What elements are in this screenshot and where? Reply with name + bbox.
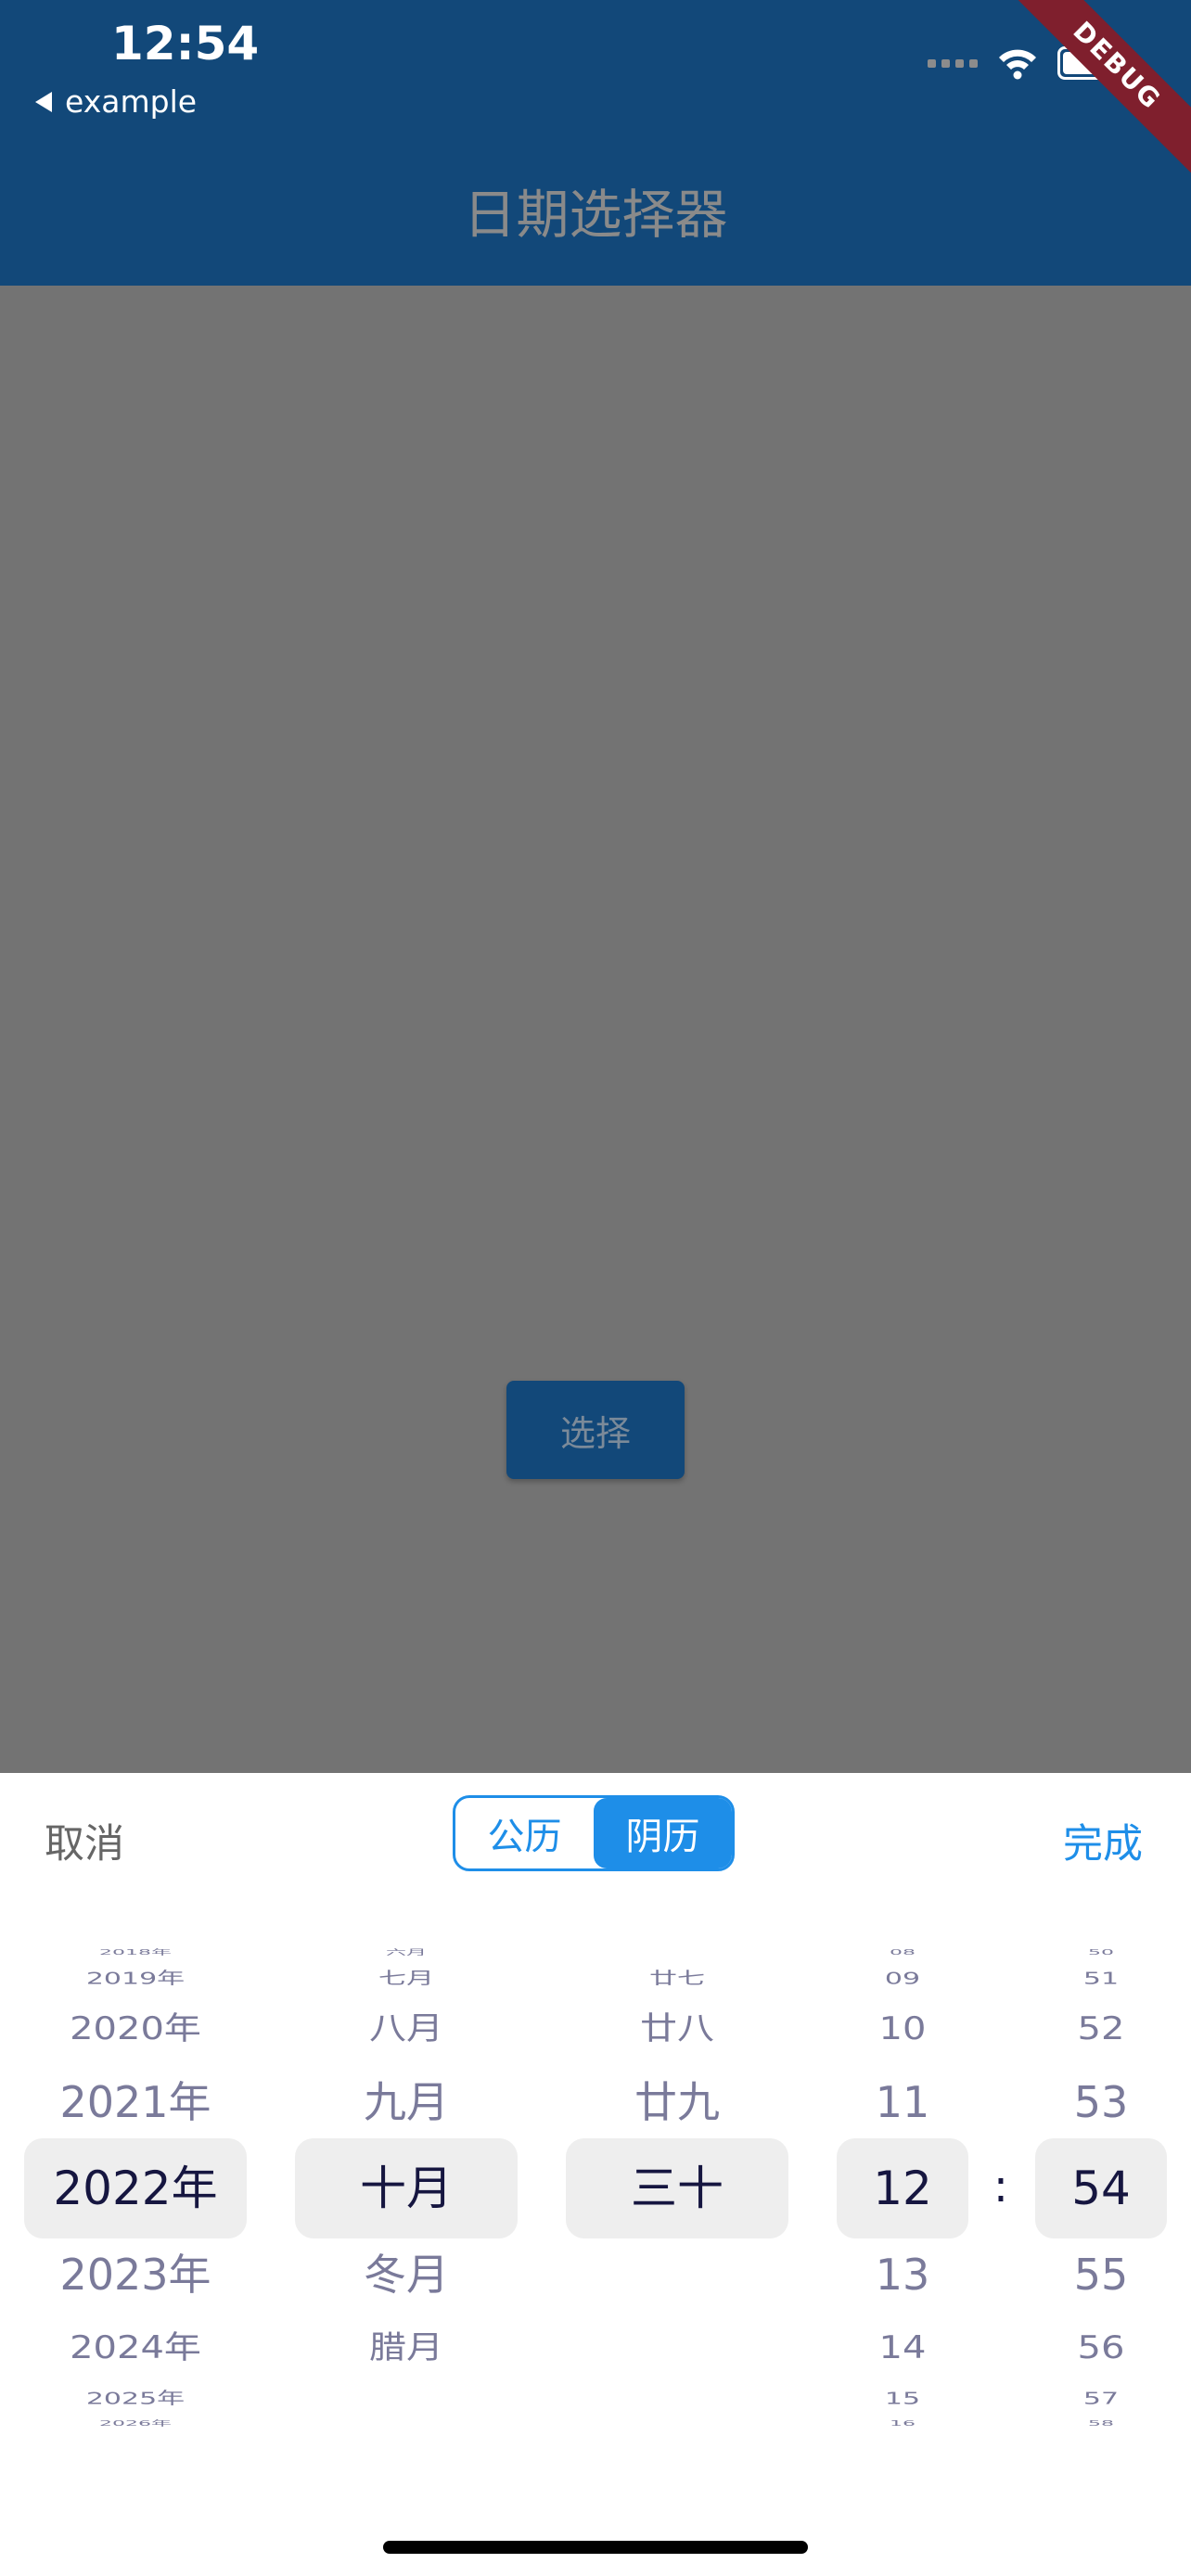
month-option[interactable]: 六月 [295,1949,518,1957]
minute-option[interactable]: 54 [1035,2165,1167,2212]
hour-option[interactable]: 12 [837,2165,968,2212]
month-option[interactable]: 十月 [295,2165,518,2212]
page-title: 日期选择器 [463,185,728,246]
back-to-app-link[interactable]: example [35,83,197,120]
signal-dots-icon [928,58,978,68]
minute-option[interactable]: 56 [1035,2332,1167,2364]
time-colon: : [992,2161,1009,2213]
day-option[interactable]: 廿七 [566,1970,788,1987]
day-option[interactable]: 三十 [566,2165,788,2212]
year-option[interactable]: 2019年 [24,1970,247,1987]
month-option[interactable]: 冬月 [295,2253,518,2296]
done-button[interactable]: 完成 [1063,1812,1143,1869]
year-option[interactable]: 2026年 [24,2420,247,2428]
month-option[interactable]: 腊月 [295,2332,518,2364]
solar-calendar-tab[interactable]: 公历 [455,1798,594,1868]
day-option[interactable]: 廿九 [566,2081,788,2123]
hour-option[interactable]: 10 [837,2013,968,2045]
day-option[interactable]: 廿八 [566,2013,788,2045]
app-bar: 12:54 example 日期选择器 DEBUG [0,0,1191,286]
hour-option[interactable]: 13 [837,2253,968,2296]
date-picker-sheet: 取消 公历 阴历 完成 2018年 2019年 2020年 2021年 2022年 202… [0,1773,1191,2576]
hour-option[interactable]: 09 [837,1970,968,1987]
minute-option[interactable]: 52 [1035,2013,1167,2045]
hour-option[interactable]: 11 [837,2081,968,2123]
calendar-type-toggle[interactable]: 公历 阴历 [453,1795,735,1871]
status-time: 12:54 [111,17,260,70]
debug-banner: DEBUG [1002,0,1191,181]
back-label: example [65,83,198,120]
hour-option[interactable]: 15 [837,2391,968,2407]
month-option[interactable]: 八月 [295,2013,518,2045]
year-option[interactable]: 2025年 [24,2391,247,2407]
year-option[interactable]: 2018年 [24,1949,247,1957]
minute-option[interactable]: 51 [1035,1970,1167,1987]
minute-option[interactable]: 53 [1035,2081,1167,2123]
lunar-calendar-tab[interactable]: 阴历 [594,1798,732,1868]
month-option[interactable]: 七月 [295,1970,518,1987]
year-option[interactable]: 2022年 [24,2165,247,2212]
minute-option[interactable]: 58 [1035,2420,1167,2428]
year-option[interactable]: 2023年 [24,2253,247,2296]
year-option[interactable]: 2020年 [24,2013,247,2045]
hour-option[interactable]: 08 [837,1949,968,1957]
wifi-icon [999,49,1036,80]
hour-option[interactable]: 14 [837,2332,968,2364]
home-indicator [383,2541,808,2554]
select-date-button[interactable]: 选择 [506,1381,685,1479]
year-option[interactable]: 2024年 [24,2332,247,2364]
hour-option[interactable]: 16 [837,2420,968,2428]
back-chevron-icon [35,91,52,112]
month-option[interactable]: 九月 [295,2081,518,2123]
minute-option[interactable]: 57 [1035,2391,1167,2407]
cancel-button[interactable]: 取消 [45,1812,124,1869]
minute-option[interactable]: 55 [1035,2253,1167,2296]
year-option[interactable]: 2021年 [24,2081,247,2123]
minute-option[interactable]: 50 [1035,1949,1167,1957]
